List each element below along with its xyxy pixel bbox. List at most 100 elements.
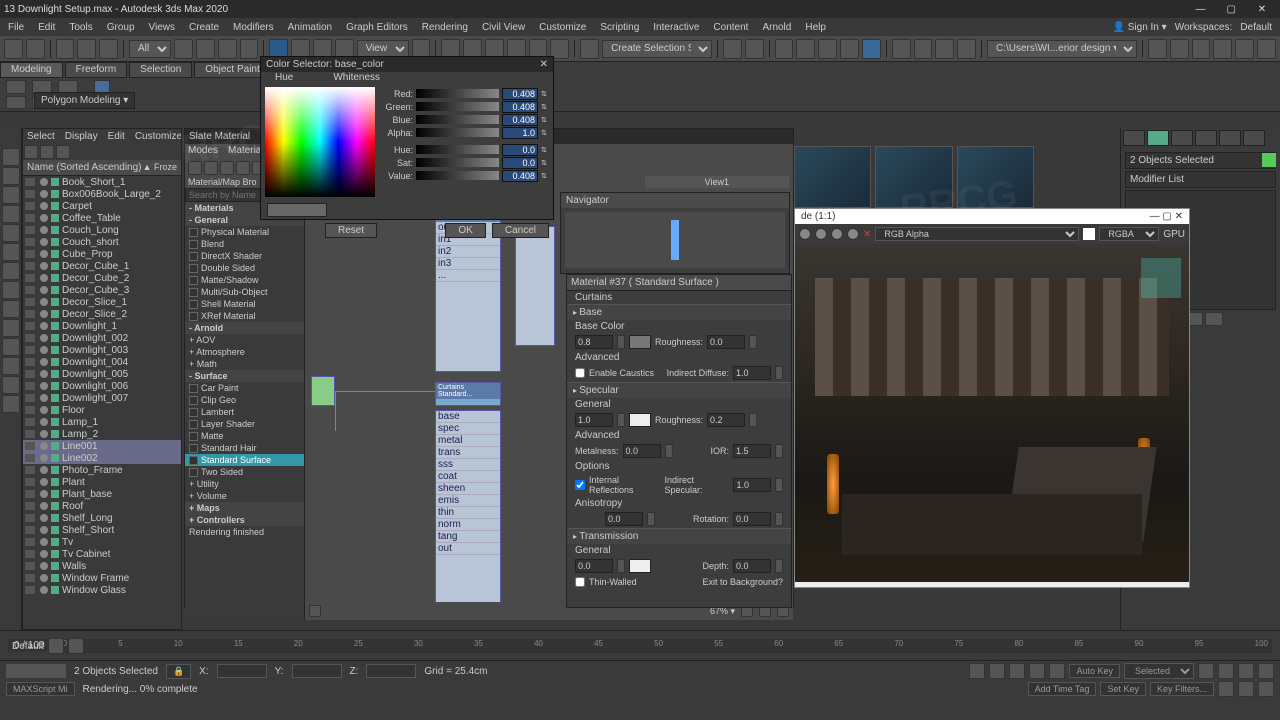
color-value-input[interactable] [502, 101, 538, 113]
caustics-checkbox[interactable] [575, 368, 585, 378]
se-tool-12-icon[interactable] [2, 357, 20, 375]
coord-y-input[interactable] [292, 664, 342, 678]
rb-1-icon[interactable] [6, 80, 26, 94]
rw-print-icon[interactable] [847, 228, 859, 240]
menu-animation[interactable]: Animation [288, 22, 332, 33]
scene-item[interactable]: Shelf_Short [23, 524, 181, 536]
roughness-input[interactable] [707, 335, 745, 349]
menu-civilview[interactable]: Civil View [482, 22, 525, 33]
scene-item[interactable]: Downlight_004 [23, 356, 181, 368]
undo-icon[interactable] [4, 39, 23, 59]
mat-category[interactable]: Matte/Shadow [185, 274, 304, 286]
menu-content[interactable]: Content [713, 22, 748, 33]
mat-category[interactable]: Two Sided [185, 466, 304, 478]
a3-icon[interactable] [1192, 39, 1211, 59]
scene-item[interactable]: Downlight_005 [23, 368, 181, 380]
scene-item[interactable]: Carpet [23, 200, 181, 212]
se-col-name[interactable]: Name (Sorted Ascending) [27, 162, 142, 173]
scene-item[interactable]: Downlight_003 [23, 344, 181, 356]
indspec-spin[interactable] [775, 478, 783, 492]
mat-category[interactable]: + Math [185, 358, 304, 370]
maxscript-mini[interactable]: MAXScript Mi [6, 682, 75, 696]
scene-item[interactable]: Photo_Frame [23, 464, 181, 476]
mat-category[interactable]: Layer Shader [185, 418, 304, 430]
sect-transmission[interactable]: Transmission [567, 528, 791, 544]
play-icon[interactable] [1009, 663, 1025, 679]
spec-weight-input[interactable] [575, 413, 613, 427]
rw-channel-sel[interactable]: RGB Alpha [875, 227, 1079, 241]
trans-weight-spin[interactable] [617, 559, 625, 573]
se-tool-9-icon[interactable] [2, 300, 20, 318]
setkey-button[interactable]: Set Key [1100, 682, 1146, 696]
rw-min-icon[interactable]: — [1150, 211, 1160, 222]
scene-item[interactable]: Tv [23, 536, 181, 548]
ok-button[interactable]: OK [445, 223, 485, 238]
scene-item[interactable]: Decor_Cube_1 [23, 260, 181, 272]
mat-category[interactable]: DirectX Shader [185, 250, 304, 262]
color-value-input[interactable] [502, 114, 538, 126]
menu-interactive[interactable]: Interactive [653, 22, 699, 33]
ribbon-tab-modeling[interactable]: Modeling [0, 62, 63, 78]
bind-icon[interactable] [99, 39, 118, 59]
mat-category[interactable]: + Atmosphere [185, 346, 304, 358]
base-weight-input[interactable] [575, 335, 613, 349]
slate-nav-icon[interactable] [309, 605, 321, 617]
color-slider[interactable] [416, 145, 499, 154]
cmd-color-swatch[interactable] [1262, 153, 1276, 167]
speccolor-swatch[interactable] [629, 413, 651, 427]
menu-tools[interactable]: Tools [69, 22, 92, 33]
layer-btn-2-icon[interactable] [68, 638, 84, 654]
aniso-spin[interactable] [647, 512, 655, 526]
close-icon[interactable]: ✕ [1248, 4, 1276, 15]
menu-arnold[interactable]: Arnold [762, 22, 791, 33]
se-sort-icon[interactable] [56, 145, 70, 159]
workspaces-dropdown[interactable]: Default [1240, 22, 1272, 33]
se-tool-13-icon[interactable] [2, 376, 20, 394]
goto-start-icon[interactable] [969, 663, 985, 679]
status-lock-icon[interactable]: 🔒 [166, 664, 191, 679]
scene-item[interactable]: Downlight_006 [23, 380, 181, 392]
goto-end-icon[interactable] [1049, 663, 1065, 679]
node-3[interactable] [515, 226, 555, 346]
scene-item[interactable]: Lamp_2 [23, 428, 181, 440]
color-value-input[interactable] [502, 144, 538, 156]
a1-icon[interactable] [1148, 39, 1167, 59]
mat-category[interactable]: - Surface [185, 370, 304, 382]
vp-zoomall-icon[interactable] [1218, 663, 1234, 679]
scene-item[interactable]: Decor_Slice_1 [23, 296, 181, 308]
sect-specular[interactable]: Specular [567, 382, 791, 398]
se-tool-11-icon[interactable] [2, 338, 20, 356]
time-slider[interactable]: 0510152025303540455055606570758085909510… [59, 639, 1272, 653]
ior-spin[interactable] [775, 444, 783, 458]
cmd-util-icon[interactable] [1243, 130, 1265, 146]
signin-button[interactable]: 👤 Sign In ▾ [1113, 22, 1167, 33]
scene-item[interactable]: Walls [23, 560, 181, 572]
menu-help[interactable]: Help [805, 22, 826, 33]
keyfilters-button[interactable]: Key Filters... [1150, 682, 1214, 696]
select-icon[interactable] [174, 39, 193, 59]
scene-item[interactable]: Line001 [23, 440, 181, 452]
slate-tb-3-icon[interactable] [220, 161, 234, 175]
maximize-icon[interactable]: ▢ [1217, 4, 1245, 15]
vp-extents-icon[interactable] [1238, 663, 1254, 679]
cmd-display-icon[interactable] [1219, 130, 1241, 146]
se-tool-10-icon[interactable] [2, 319, 20, 337]
scene-item[interactable]: Line002 [23, 452, 181, 464]
render-image[interactable] [795, 244, 1189, 582]
menu-edit[interactable]: Edit [38, 22, 55, 33]
project-path[interactable]: C:\Users\WI...erior design ▾ [987, 40, 1137, 58]
color-value-input[interactable] [502, 157, 538, 169]
render-iter-icon[interactable] [957, 39, 976, 59]
cmd-hier-icon[interactable] [1171, 130, 1193, 146]
node-curtains[interactable]: Curtains Standard... [435, 382, 501, 406]
mat-category[interactable]: + Volume [185, 490, 304, 502]
scene-item[interactable]: Downlight_007 [23, 392, 181, 404]
scene-item[interactable]: Decor_Cube_3 [23, 284, 181, 296]
vp-pan-icon[interactable] [1218, 681, 1234, 697]
transcolor-swatch[interactable] [629, 559, 651, 573]
trans-weight-input[interactable] [575, 559, 613, 573]
mat-category[interactable]: Shell Material [185, 298, 304, 310]
color-slider[interactable] [416, 171, 499, 180]
scene-item[interactable]: Lamp_1 [23, 416, 181, 428]
color-value-input[interactable] [502, 170, 538, 182]
